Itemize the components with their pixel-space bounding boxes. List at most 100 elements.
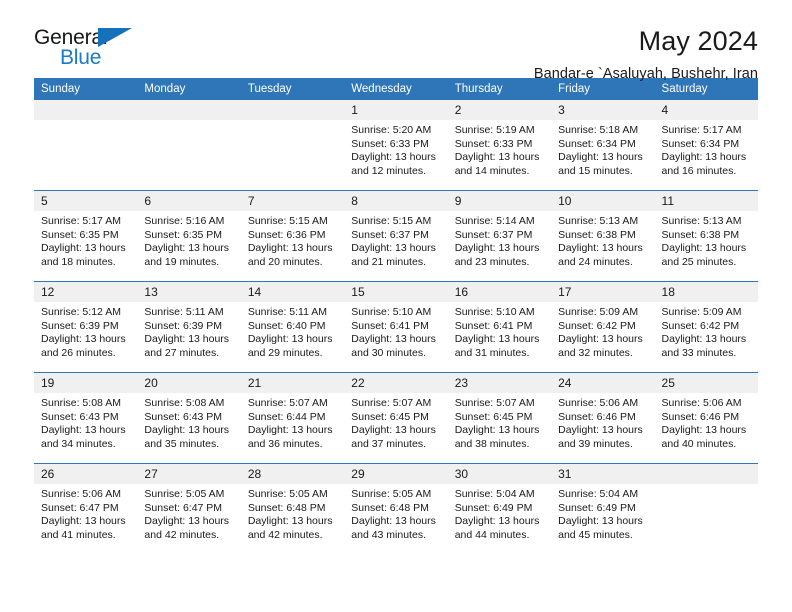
calendar-day-cell[interactable]: 16 Sunrise: 5:10 AM Sunset: 6:41 PM Dayligh… (447, 282, 552, 372)
day-number: 29 (344, 464, 448, 484)
day-number: 31 (551, 464, 655, 484)
calendar-day-cell[interactable]: 5 Sunrise: 5:17 AM Sunset: 6:35 PM Daylight… (34, 191, 138, 281)
day-info-line: Sunset: 6:40 PM (247, 319, 326, 332)
day-info-line: Daylight: 13 hours (144, 333, 230, 346)
calendar-day-cell[interactable]: 21 Sunrise: 5:07 AM Sunset: 6:44 PM Dayligh… (240, 373, 345, 463)
day-info-line: Sunrise: 5:13 AM (558, 215, 639, 227)
calendar-day-cell[interactable]: 18 Sunrise: 5:09 AM Sunset: 6:42 PM Dayligh… (654, 282, 758, 372)
calendar-day-cell[interactable]: 7 Sunrise: 5:15 AM Sunset: 6:36 PM Daylight… (240, 191, 345, 281)
calendar-day-cell[interactable]: 9 Sunrise: 5:14 AM Sunset: 6:37 PM Daylight… (447, 191, 552, 281)
calendar-week-row: 19 Sunrise: 5:08 AM Sunset: 6:43 PM Dayligh… (34, 372, 758, 464)
day-info-line: and 12 minutes. (351, 164, 426, 177)
calendar-day-cell[interactable]: 23 Sunrise: 5:07 AM Sunset: 6:45 PM Dayligh… (447, 373, 552, 463)
day-info-line: Daylight: 13 hours (351, 515, 436, 528)
calendar-day-cell[interactable]: 2 Sunrise: 5:19 AM Sunset: 6:33 PM Daylight… (447, 100, 552, 190)
day-info-line: Sunset: 6:33 PM (454, 137, 533, 150)
day-info-line: Sunset: 6:44 PM (247, 410, 326, 423)
day-info-line: and 34 minutes. (41, 437, 116, 450)
day-info-line: Sunrise: 5:10 AM (351, 306, 432, 318)
day-info-line: Sunrise: 5:09 AM (558, 306, 639, 318)
day-info-line: Daylight: 13 hours (661, 151, 747, 164)
calendar-table: Sunday Monday Tuesday Wednesday Thursday Frid… (34, 78, 758, 554)
calendar-day-cell[interactable]: 27 Sunrise: 5:05 AM Sunset: 6:47 PM Dayligh… (137, 464, 241, 554)
day-info-line: and 27 minutes. (144, 346, 220, 359)
day-sun-info: Sunrise: 5:18 AM Sunset: 6:34 PM Daylight:… (551, 120, 654, 178)
day-number: 5 (34, 191, 138, 211)
day-info-line: Sunset: 6:48 PM (351, 501, 429, 514)
day-sun-info: Sunrise: 5:09 AM Sunset: 6:42 PM Daylight:… (655, 302, 758, 360)
day-number: 9 (447, 191, 552, 211)
day-info-line: Sunrise: 5:05 AM (247, 488, 328, 500)
day-info-line: Sunset: 6:45 PM (454, 410, 533, 423)
day-info-line: Sunrise: 5:17 AM (661, 124, 742, 136)
calendar-day-cell[interactable]: 29 Sunrise: 5:05 AM Sunset: 6:48 PM Dayligh… (344, 464, 448, 554)
page-header: General Blue May 2024 Bandar-e `Asaluyah… (34, 0, 758, 82)
day-info-line: Sunrise: 5:11 AM (144, 306, 224, 318)
day-number: 12 (34, 282, 138, 302)
calendar-day-cell[interactable]: 6 Sunrise: 5:16 AM Sunset: 6:35 PM Daylight… (137, 191, 241, 281)
day-number: 22 (344, 373, 448, 393)
day-info-line: Sunset: 6:39 PM (41, 319, 119, 332)
calendar-day-cell[interactable]: 25 Sunrise: 5:06 AM Sunset: 6:46 PM Dayligh… (654, 373, 758, 463)
day-sun-info: Sunrise: 5:15 AM Sunset: 6:36 PM Daylight:… (241, 211, 344, 269)
calendar-day-cell[interactable]: 13 Sunrise: 5:11 AM Sunset: 6:39 PM Dayligh… (137, 282, 241, 372)
day-info-line: and 23 minutes. (454, 255, 530, 268)
calendar-day-cell[interactable]: 26 Sunrise: 5:06 AM Sunset: 6:47 PM Dayligh… (34, 464, 138, 554)
day-info-line: and 38 minutes. (454, 437, 530, 450)
day-info-line: and 45 minutes. (558, 528, 633, 541)
calendar-day-cell[interactable]: 3 Sunrise: 5:18 AM Sunset: 6:34 PM Daylight… (551, 100, 655, 190)
calendar-day-cell[interactable]: 4 Sunrise: 5:17 AM Sunset: 6:34 PM Daylight… (654, 100, 758, 190)
calendar-day-cell[interactable]: 20 Sunrise: 5:08 AM Sunset: 6:43 PM Dayligh… (137, 373, 241, 463)
logo-flag-icon (98, 28, 132, 47)
calendar-day-cell[interactable]: 22 Sunrise: 5:07 AM Sunset: 6:45 PM Dayligh… (344, 373, 448, 463)
day-sun-info: Sunrise: 5:14 AM Sunset: 6:37 PM Daylight:… (448, 211, 551, 269)
calendar-day-cell[interactable]: 12 Sunrise: 5:12 AM Sunset: 6:39 PM Dayligh… (34, 282, 138, 372)
day-info-line: Sunrise: 5:18 AM (558, 124, 639, 136)
day-info-line: Sunrise: 5:04 AM (454, 488, 535, 500)
day-info-line: Sunrise: 5:13 AM (661, 215, 742, 227)
day-number: 20 (137, 373, 241, 393)
day-number: 19 (34, 373, 138, 393)
day-info-line: Sunrise: 5:15 AM (351, 215, 432, 227)
calendar-day-cell[interactable]: 14 Sunrise: 5:11 AM Sunset: 6:40 PM Dayligh… (240, 282, 345, 372)
day-info-line: Sunset: 6:36 PM (247, 228, 326, 241)
calendar-day-cell[interactable]: 31 Sunrise: 5:04 AM Sunset: 6:49 PM Dayligh… (551, 464, 655, 554)
calendar-day-cell[interactable]: 15 Sunrise: 5:10 AM Sunset: 6:41 PM Dayligh… (344, 282, 448, 372)
calendar-day-cell[interactable]: 30 Sunrise: 5:04 AM Sunset: 6:49 PM Dayligh… (447, 464, 552, 554)
day-number: 24 (551, 373, 655, 393)
day-info-line: Sunrise: 5:05 AM (144, 488, 225, 500)
day-info-line: Sunrise: 5:04 AM (558, 488, 639, 500)
calendar-day-cell[interactable]: 24 Sunrise: 5:06 AM Sunset: 6:46 PM Dayligh… (551, 373, 655, 463)
day-number: 21 (240, 373, 345, 393)
weekday-header-wednesday: Wednesday (344, 78, 448, 100)
day-sun-info: Sunrise: 5:11 AM Sunset: 6:40 PM Daylight:… (241, 302, 344, 360)
day-info-line: and 32 minutes. (558, 346, 633, 359)
day-info-line: and 18 minutes. (41, 255, 116, 268)
general-blue-logo[interactable]: General Blue (34, 26, 154, 76)
calendar-day-cell[interactable]: 8 Sunrise: 5:15 AM Sunset: 6:37 PM Daylight… (344, 191, 448, 281)
day-info-line: Daylight: 13 hours (558, 515, 643, 528)
day-info-line: Daylight: 13 hours (454, 515, 540, 528)
day-info-line: Sunrise: 5:10 AM (454, 306, 535, 318)
calendar-day-cell[interactable]: 11 Sunrise: 5:13 AM Sunset: 6:38 PM Dayligh… (654, 191, 758, 281)
day-info-line: and 36 minutes. (247, 437, 323, 450)
day-info-line: Sunrise: 5:06 AM (41, 488, 121, 500)
day-info-line: Sunrise: 5:11 AM (247, 306, 328, 318)
logo-text-blue: Blue (60, 46, 102, 69)
day-number (34, 100, 138, 120)
calendar-week-row: 5 Sunrise: 5:17 AM Sunset: 6:35 PM Daylight… (34, 190, 758, 282)
day-number: 8 (344, 191, 448, 211)
calendar-day-cell[interactable]: 28 Sunrise: 5:05 AM Sunset: 6:48 PM Dayligh… (240, 464, 345, 554)
calendar-day-cell[interactable]: 17 Sunrise: 5:09 AM Sunset: 6:42 PM Dayligh… (551, 282, 655, 372)
page-subtitle: Bandar-e `Asaluyah, Bushehr, Iran (533, 66, 758, 82)
day-number: 3 (551, 100, 655, 120)
day-info-line: Sunrise: 5:14 AM (454, 215, 535, 227)
calendar-cell-empty (137, 100, 241, 190)
day-info-line: Daylight: 13 hours (247, 333, 333, 346)
calendar-day-cell[interactable]: 19 Sunrise: 5:08 AM Sunset: 6:43 PM Dayligh… (34, 373, 138, 463)
day-info-line: Sunrise: 5:06 AM (661, 397, 742, 409)
day-info-line: Sunrise: 5:19 AM (454, 124, 535, 136)
calendar-day-cell[interactable]: 10 Sunrise: 5:13 AM Sunset: 6:38 PM Dayligh… (551, 191, 655, 281)
day-info-line: Sunset: 6:49 PM (454, 501, 533, 514)
calendar-day-cell[interactable]: 1 Sunrise: 5:20 AM Sunset: 6:33 PM Daylight… (344, 100, 448, 190)
